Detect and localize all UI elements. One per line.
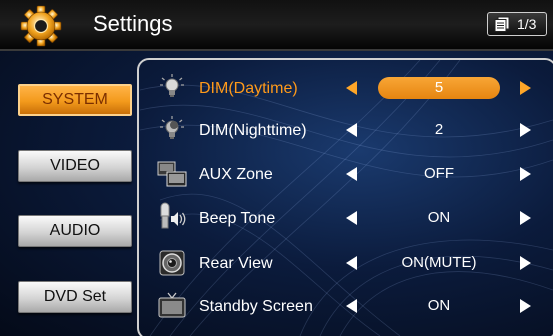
setting-value: ON [427,297,451,314]
setting-value: ON(MUTE) [401,254,477,271]
setting-label: DIM(Nighttime) [199,122,307,139]
setting-row-aux-zone[interactable]: AUX Zone OFF [0,154,553,194]
setting-row-dim-nighttime[interactable]: DIM(Nighttime) 2 [0,110,553,150]
increase-arrow-icon[interactable] [520,299,531,313]
decrease-arrow-icon[interactable] [346,81,357,95]
bulb-moon-icon [160,116,184,139]
decrease-arrow-icon[interactable] [346,211,357,225]
setting-value: ON [427,209,451,226]
increase-arrow-icon[interactable] [520,167,531,181]
decrease-arrow-icon[interactable] [346,256,357,270]
setting-row-standby-screen[interactable]: Standby Screen ON [0,286,553,326]
decrease-arrow-icon[interactable] [346,299,357,313]
setting-label: DIM(Daytime) [199,80,298,97]
rear-camera-icon [159,250,185,276]
setting-label: AUX Zone [199,166,273,183]
pages-icon [494,16,510,32]
settings-screen: Settings 1/3 SYSTEM VIDEO AUDIO DVD Set [0,0,553,336]
setting-value: 2 [434,121,444,138]
increase-arrow-icon[interactable] [520,211,531,225]
page-number: 1/3 [517,16,537,32]
setting-row-rear-view[interactable]: Rear View ON(MUTE) [0,243,553,283]
setting-label: Beep Tone [199,210,276,227]
beep-speaker-icon [160,202,186,229]
bulb-sun-icon [160,74,184,97]
decrease-arrow-icon[interactable] [346,167,357,181]
header-bar: Settings 1/3 [0,0,553,51]
page-title: Settings [93,11,173,36]
setting-value: 5 [378,77,500,99]
page-indicator-button[interactable]: 1/3 [487,12,549,36]
aux-zone-icon [157,161,187,187]
increase-arrow-icon[interactable] [520,256,531,270]
setting-row-dim-daytime[interactable]: DIM(Daytime) 5 [0,68,553,108]
setting-label: Standby Screen [199,298,313,315]
decrease-arrow-icon[interactable] [346,123,357,137]
increase-arrow-icon[interactable] [520,123,531,137]
setting-value: OFF [424,165,454,182]
setting-label: Rear View [199,255,273,272]
setting-row-beep-tone[interactable]: Beep Tone ON [0,198,553,238]
page-indicator-frame: 1/3 [487,12,547,36]
increase-arrow-icon[interactable] [520,81,531,95]
gear-icon[interactable] [20,5,62,47]
standby-screen-icon [158,292,186,318]
